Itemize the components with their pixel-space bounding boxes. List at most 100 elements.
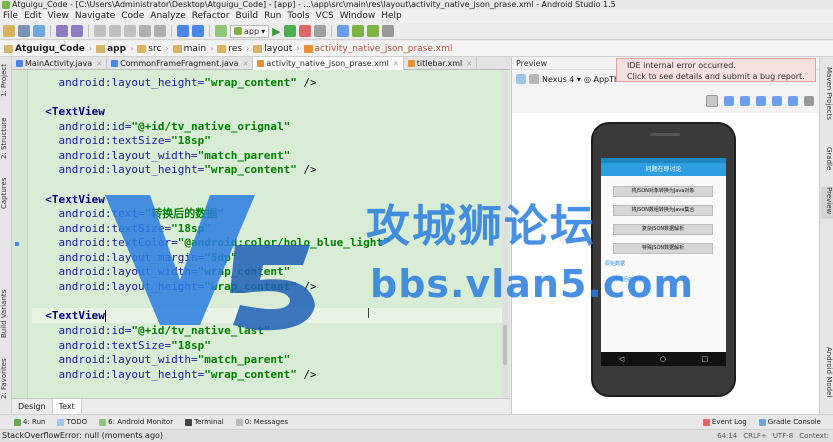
tool-label: Terminal (194, 418, 224, 426)
editor-gutter[interactable] (12, 70, 28, 398)
menu-navigate[interactable]: Navigate (72, 10, 118, 23)
menu-code[interactable]: Code (118, 10, 147, 23)
breadcrumb-item[interactable]: layout › (251, 44, 301, 54)
tool-tab-favorites[interactable]: 2: Favorites (0, 357, 12, 401)
ide-error-notification[interactable]: IDE internal error occurred. Click to se… (616, 58, 816, 82)
android-device-monitor-icon[interactable] (366, 25, 379, 37)
breadcrumb-item[interactable]: app › (94, 44, 135, 54)
tool-android-monitor[interactable]: 6: Android Monitor (99, 418, 173, 426)
tool-todo[interactable]: TODO (57, 418, 87, 426)
tool-tab-gradle[interactable]: Gradle (821, 147, 833, 177)
tab-mainactivity[interactable]: MainActivity.java ✕ (12, 57, 108, 70)
tab-design[interactable]: Design (12, 399, 53, 414)
zoom-actual-icon[interactable] (706, 95, 718, 107)
attr-name: android:text= (58, 207, 145, 220)
code-line: android:layout_width="match_parent" (32, 148, 291, 163)
menu-refactor[interactable]: Refactor (189, 10, 233, 23)
menu-file[interactable]: File (0, 10, 21, 23)
menu-vcs[interactable]: VCS (313, 10, 337, 23)
toggle-icon[interactable] (516, 74, 526, 84)
menu-tools[interactable]: Tools (284, 10, 312, 23)
zoom-in-icon[interactable] (724, 96, 734, 106)
menu-run[interactable]: Run (261, 10, 284, 23)
menu-window[interactable]: Window (337, 10, 379, 23)
open-folder-icon[interactable] (3, 25, 15, 37)
tool-tab-android-model[interactable]: Android Model (821, 347, 833, 407)
tool-tab-captures[interactable]: Captures (0, 175, 12, 211)
forward-icon[interactable] (192, 25, 204, 37)
tool-windows-bar: 4: Run TODO 6: Android Monitor Terminal … (0, 414, 833, 429)
find-icon[interactable] (139, 25, 151, 37)
menu-build[interactable]: Build (233, 10, 262, 23)
attr-value: "wrap_content" (197, 265, 291, 278)
stop-icon[interactable] (313, 25, 326, 37)
debug-icon[interactable] (283, 25, 296, 37)
tab-text[interactable]: Text (52, 399, 82, 414)
tool-gradle-console[interactable]: Gradle Console (758, 418, 821, 426)
tool-messages[interactable]: 0: Messages (235, 418, 288, 426)
attr-value: "转换后的数据" (144, 207, 224, 220)
refresh-icon[interactable] (772, 96, 782, 106)
menu-edit[interactable]: Edit (21, 10, 44, 23)
tab-titlebar[interactable]: titlebar.xml ✕ (404, 57, 478, 70)
close-icon[interactable]: ✕ (243, 60, 249, 68)
tool-tab-structure[interactable]: 2: Structure (0, 113, 12, 163)
run-config-label: app (244, 26, 260, 36)
code-line: android:layout_margin="5dp" (32, 250, 238, 265)
sdk-manager-icon[interactable] (351, 25, 364, 37)
settings-icon[interactable] (804, 96, 814, 106)
screenshot-icon[interactable] (788, 96, 798, 106)
tab-activity-native-json-prase[interactable]: activity_native_json_prase.xml ✕ (253, 57, 404, 70)
breadcrumb-item[interactable]: Atguigu_Code › (2, 44, 94, 54)
attach-debugger-icon[interactable] (298, 25, 311, 37)
editor-scrollbar[interactable] (502, 70, 508, 398)
tool-tab-project[interactable]: 1: Project (0, 61, 12, 101)
menu-help[interactable]: Help (378, 10, 405, 23)
help-icon[interactable] (381, 25, 394, 37)
tool-tab-maven-projects[interactable]: Maven Projects (821, 67, 833, 127)
attr-value: "match_parent" (197, 149, 291, 162)
scrollbar-thumb[interactable] (503, 325, 507, 365)
avd-manager-icon[interactable] (336, 25, 349, 37)
line-separator[interactable]: CRLF÷ (743, 430, 767, 442)
run-icon[interactable]: ▶ (272, 25, 280, 38)
redo-icon[interactable] (71, 25, 83, 37)
code-line: android:layout_height="wrap_content" /> (32, 162, 317, 177)
tool-tab-build-variants[interactable]: Build Variants (0, 285, 12, 343)
sync-icon[interactable] (33, 25, 45, 37)
breadcrumb-item[interactable]: activity_native_json_prase.xml (302, 44, 455, 54)
xml-file-icon (257, 60, 265, 67)
run-config-select[interactable]: app ▾ (230, 24, 270, 38)
menu-view[interactable]: View (45, 10, 72, 23)
zoom-fit-icon[interactable] (756, 96, 766, 106)
cut-icon[interactable] (94, 25, 106, 37)
tool-event-log[interactable]: Event Log (702, 418, 747, 426)
paste-icon[interactable] (124, 25, 136, 37)
caret-position[interactable]: 64:14 (717, 430, 737, 442)
back-icon[interactable] (177, 25, 189, 37)
code-editor[interactable]: android:layout_height="wrap_content" /> … (12, 70, 510, 398)
tool-terminal[interactable]: Terminal (185, 418, 224, 426)
copy-icon[interactable] (109, 25, 121, 37)
close-icon[interactable]: ✕ (96, 60, 102, 68)
zoom-out-icon[interactable] (740, 96, 750, 106)
close-icon[interactable]: ✕ (393, 60, 399, 68)
orientation-icon[interactable] (529, 74, 539, 84)
breadcrumb-item[interactable]: res › (215, 44, 251, 54)
attr-value: "@+id/tv_native_orignal" (131, 120, 291, 133)
status-message[interactable]: StackOverflowError: null (moments ago) (2, 431, 163, 440)
breadcrumb-item[interactable]: src › (135, 44, 170, 54)
save-all-icon[interactable] (18, 25, 30, 37)
tool-run[interactable]: 4: Run (14, 418, 45, 426)
menu-analyze[interactable]: Analyze (147, 10, 188, 23)
make-project-icon[interactable] (215, 25, 227, 37)
device-select[interactable]: Nexus 4 ▾ (542, 75, 581, 84)
replace-icon[interactable] (154, 25, 166, 37)
chevron-right-icon: › (246, 44, 250, 53)
close-icon[interactable]: ✕ (466, 60, 472, 68)
tab-commonframefragment[interactable]: CommonFrameFragment.java ✕ (107, 57, 254, 70)
undo-icon[interactable] (56, 25, 68, 37)
breadcrumb-item[interactable]: main › (171, 44, 216, 54)
tool-tab-preview[interactable]: Preview (821, 187, 833, 219)
file-encoding[interactable]: UTF-8 (773, 430, 793, 442)
